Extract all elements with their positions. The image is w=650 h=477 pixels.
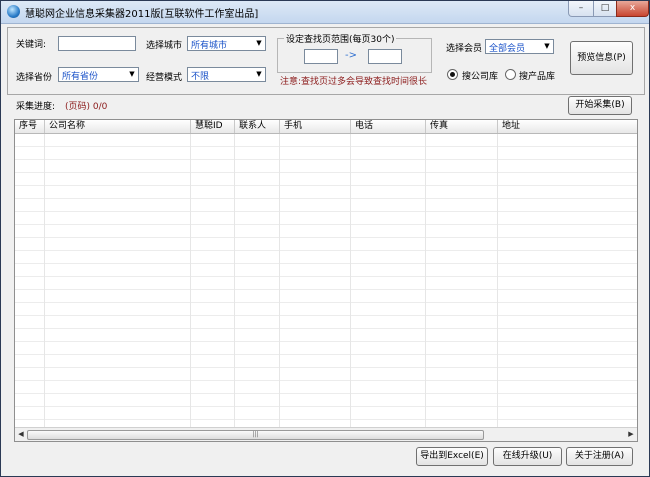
app-window: 慧聪网企业信息采集器2011版[互联软件工作室出品] – □ x 关键词: 选择…	[0, 0, 650, 477]
column-header[interactable]: 公司名称	[45, 120, 191, 133]
member-select[interactable]: 全部会员 ▼	[485, 39, 554, 54]
column-header[interactable]: 序号	[15, 120, 45, 133]
table-body	[15, 134, 637, 427]
province-select[interactable]: 所有省份 ▼	[58, 67, 139, 82]
column-header[interactable]: 手机	[280, 120, 351, 133]
city-label: 选择城市	[146, 41, 183, 51]
chevron-down-icon: ▼	[256, 70, 262, 78]
minimize-button[interactable]: –	[568, 1, 594, 17]
horizontal-scrollbar[interactable]: ◀ ||| ▶	[15, 427, 637, 441]
table-header: 序号 公司名称 慧聪ID 联系人 手机 电话 传真 地址	[15, 120, 637, 134]
member-select-value: 全部会员	[489, 44, 526, 54]
filter-panel: 关键词: 选择城市 所有城市 ▼ 选择省份 所有省份 ▼ 经营模式 不限 ▼ 设…	[7, 27, 645, 95]
scroll-left-icon[interactable]: ◀	[15, 428, 27, 441]
online-upgrade-button[interactable]: 在线升级(U)	[493, 447, 562, 466]
search-company-radio[interactable]	[447, 69, 458, 80]
column-divider	[234, 134, 235, 427]
progress-label: 采集进度:	[16, 102, 56, 112]
keyword-label: 关键词:	[16, 40, 47, 50]
scroll-right-icon[interactable]: ▶	[625, 428, 637, 441]
city-select[interactable]: 所有城市 ▼	[187, 36, 266, 51]
start-button[interactable]: 开始采集(B)	[568, 96, 632, 115]
page-range-legend: 设定查找页范围(每页30个)	[284, 32, 397, 45]
column-header[interactable]: 电话	[351, 120, 426, 133]
app-logo-icon	[7, 5, 20, 18]
keyword-input[interactable]	[58, 36, 136, 51]
mode-label: 经营模式	[146, 73, 183, 83]
chevron-down-icon: ▼	[256, 39, 262, 47]
column-header[interactable]: 地址	[498, 120, 637, 133]
chevron-down-icon: ▼	[129, 70, 135, 78]
province-label: 选择省份	[16, 73, 53, 83]
scrollbar-thumb[interactable]: |||	[27, 430, 484, 440]
range-to-input[interactable]	[368, 49, 402, 64]
export-excel-button[interactable]: 导出到Excel(E)	[416, 447, 488, 466]
column-divider	[425, 134, 426, 427]
city-select-value: 所有城市	[191, 41, 228, 51]
about-register-button[interactable]: 关于注册(A)	[566, 447, 633, 466]
window-title: 慧聪网企业信息采集器2011版[互联软件工作室出品]	[25, 9, 259, 20]
column-divider	[497, 134, 498, 427]
column-header[interactable]: 传真	[426, 120, 498, 133]
column-divider	[279, 134, 280, 427]
column-divider	[190, 134, 191, 427]
column-divider	[350, 134, 351, 427]
search-product-label: 搜产品库	[519, 72, 556, 82]
column-header[interactable]: 联系人	[235, 120, 280, 133]
search-product-radio[interactable]	[505, 69, 516, 80]
range-from-input[interactable]	[304, 49, 338, 64]
province-select-value: 所有省份	[62, 72, 99, 82]
mode-select[interactable]: 不限 ▼	[187, 67, 266, 82]
results-table[interactable]: 序号 公司名称 慧聪ID 联系人 手机 电话 传真 地址 ◀ ||| ▶	[14, 119, 638, 442]
progress-value: (页码) 0/0	[65, 102, 108, 112]
close-button[interactable]: x	[616, 1, 649, 17]
member-label: 选择会员	[446, 44, 483, 54]
maximize-button[interactable]: □	[593, 1, 617, 17]
column-header[interactable]: 慧聪ID	[191, 120, 235, 133]
mode-select-value: 不限	[191, 72, 210, 82]
preview-button[interactable]: 预览信息(P)	[570, 41, 633, 75]
column-divider	[44, 134, 45, 427]
title-bar: 慧聪网企业信息采集器2011版[互联软件工作室出品] – □ x	[1, 1, 649, 24]
range-arrow: ->	[345, 50, 357, 61]
search-company-label: 搜公司库	[462, 72, 499, 82]
range-note: 注意:查找页过多会导致查找时间很长	[280, 77, 428, 87]
chevron-down-icon: ▼	[544, 42, 550, 50]
